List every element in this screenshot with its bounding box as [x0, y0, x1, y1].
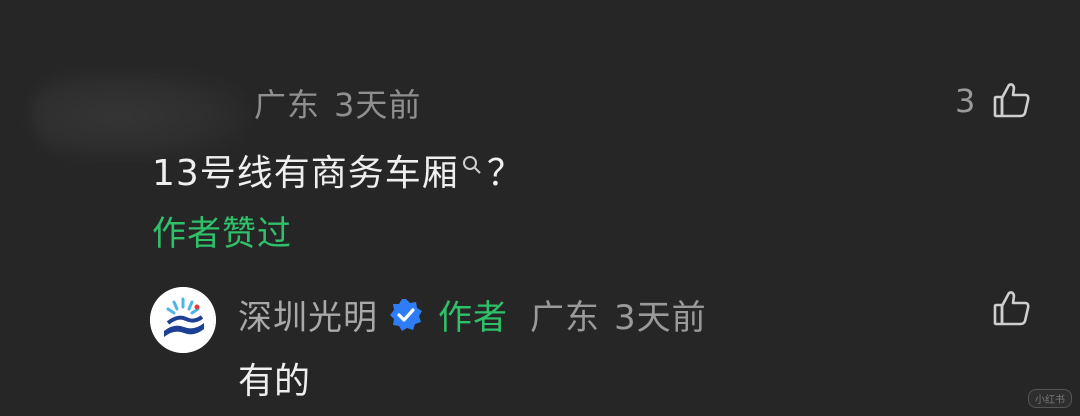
comment-time: 3天前 [334, 86, 422, 124]
comment-location: 广东 [254, 86, 321, 124]
author-tag: 作者 [438, 298, 508, 338]
reply-location: 广东 [530, 298, 600, 338]
comment-text-end: ？ [486, 153, 524, 194]
reply-time: 3天前 [614, 298, 707, 338]
reply-text: 有的 [238, 361, 311, 402]
comment-meta: 广东 3天前 [254, 80, 421, 126]
reply-meta: 深圳光明 作者 广东 3天前 [238, 290, 707, 339]
reply-username[interactable]: 深圳光明 [238, 290, 378, 339]
watermark: 小红书 [1028, 389, 1072, 408]
thumbs-up-icon[interactable] [992, 80, 1032, 120]
comment-text: 13号线有商务车厢 ？ [152, 144, 524, 196]
search-icon[interactable] [461, 144, 483, 185]
guangming-logo-icon [150, 287, 216, 353]
thumbs-up-icon[interactable] [992, 288, 1032, 328]
verified-badge-icon [388, 297, 424, 333]
reply-avatar[interactable] [150, 287, 216, 353]
author-liked-label: 作者赞过 [152, 214, 292, 254]
comment-text-main: 13号线有商务车厢 [152, 153, 459, 194]
comment-like-count: 3 [955, 82, 976, 120]
